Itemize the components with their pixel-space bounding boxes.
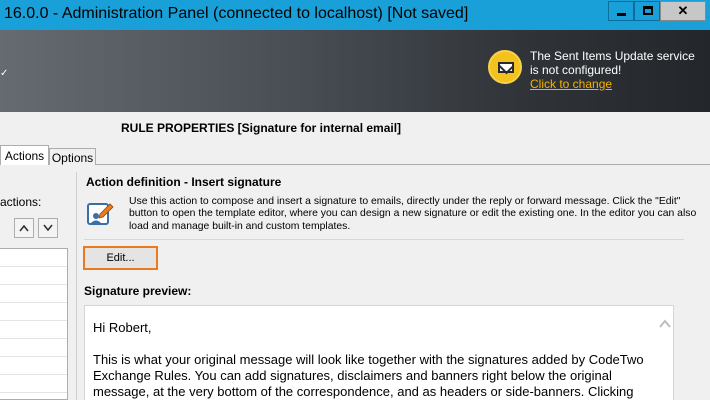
list-item[interactable] (0, 339, 67, 357)
rule-properties-heading: RULE PROPERTIES [Signature for internal … (121, 121, 402, 135)
actions-list-label: actions: (0, 195, 42, 209)
list-item[interactable] (0, 249, 67, 267)
minimize-button[interactable] (608, 1, 634, 21)
list-item[interactable] (0, 303, 67, 321)
action-definition-title: Action definition - Insert signature (86, 175, 282, 189)
close-button[interactable]: ✕ (660, 1, 706, 21)
mail-warning-icon (488, 50, 522, 84)
tab-options[interactable]: Options (49, 148, 96, 165)
edit-button[interactable]: Edit... (83, 246, 158, 270)
notice-line-1: The Sent Items Update service (530, 49, 695, 63)
close-icon: ✕ (677, 3, 689, 18)
divider (84, 239, 684, 240)
click-to-change-link[interactable]: Click to change (530, 77, 705, 91)
chevron-down-icon (43, 224, 53, 232)
edit-signature-icon (87, 203, 114, 225)
chevron-up-icon (19, 224, 29, 232)
list-item[interactable] (0, 357, 67, 375)
list-item[interactable] (0, 321, 67, 339)
title-bar[interactable]: 16.0.0 - Administration Panel (connected… (0, 0, 710, 30)
header-banner: ✓ The Sent Items Update service is not c… (0, 30, 710, 112)
notice-line-2: is not configured! (530, 63, 622, 77)
minimize-icon (617, 13, 626, 16)
actions-list[interactable] (0, 248, 68, 400)
scroll-up-icon[interactable] (659, 318, 671, 330)
action-description: Use this action to compose and insert a … (129, 196, 697, 232)
list-item[interactable] (0, 267, 67, 285)
move-up-button[interactable] (14, 218, 34, 238)
preview-greeting: Hi Robert, (93, 320, 152, 335)
window-title: 16.0.0 - Administration Panel (connected… (4, 5, 469, 22)
panel-divider (76, 172, 77, 400)
list-item[interactable] (0, 375, 67, 393)
signature-preview-label: Signature preview: (84, 284, 192, 298)
maximize-button[interactable] (634, 1, 660, 21)
signature-preview[interactable]: Hi Robert, This is what your original me… (84, 305, 674, 400)
maximize-icon (643, 6, 653, 15)
preview-body: This is what your original message will … (93, 352, 644, 399)
chevron-icon: ✓ (0, 68, 9, 79)
tab-actions[interactable]: Actions (0, 145, 49, 165)
service-notice: The Sent Items Update service is not con… (530, 49, 705, 91)
move-down-button[interactable] (38, 218, 58, 238)
list-item[interactable] (0, 285, 67, 303)
